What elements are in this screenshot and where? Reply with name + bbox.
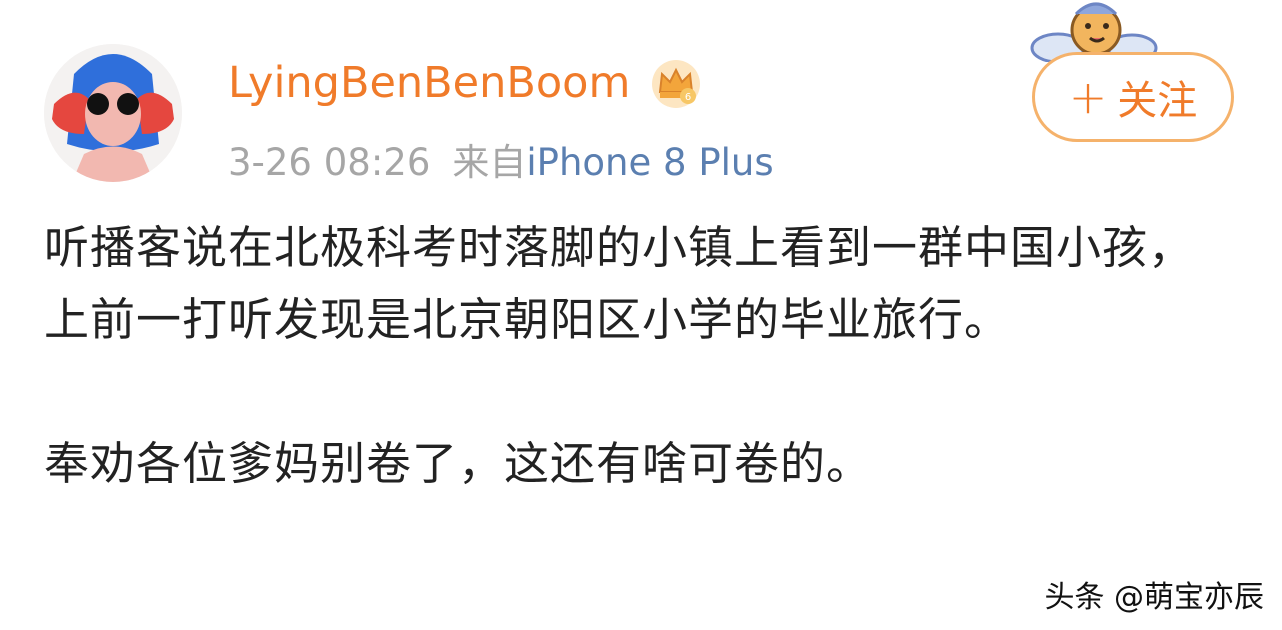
post-paragraph: 听播客说在北极科考时落脚的小镇上看到一群中国小孩，上前一打听发现是北京朝阳区小学… [44, 221, 1195, 346]
avatar[interactable] [44, 44, 182, 182]
post-time: 3-26 08:26 [228, 141, 431, 184]
source-prefix: 来自 [452, 141, 527, 184]
plus-icon: + [1068, 70, 1108, 124]
svg-text:6: 6 [685, 92, 691, 103]
author-name[interactable]: LyingBenBenBoom [228, 58, 630, 108]
follow-label: 关注 [1117, 78, 1198, 124]
source-device-link[interactable]: iPhone 8 Plus [526, 141, 773, 184]
avatar-illustration [44, 44, 182, 182]
post-body: 听播客说在北极科考时落脚的小镇上看到一群中国小孩，上前一打听发现是北京朝阳区小学… [44, 212, 1214, 500]
watermark: 头条 @萌宝亦辰 [1044, 580, 1264, 615]
post-meta: 3-26 08:26 来自iPhone 8 Plus [228, 132, 774, 186]
follow-button[interactable]: + 关注 [1032, 52, 1234, 142]
crown-vip-icon[interactable]: 6 [650, 58, 702, 110]
post-paragraph: 奉劝各位爹妈别卷了，这还有啥可卷的。 [44, 437, 873, 490]
